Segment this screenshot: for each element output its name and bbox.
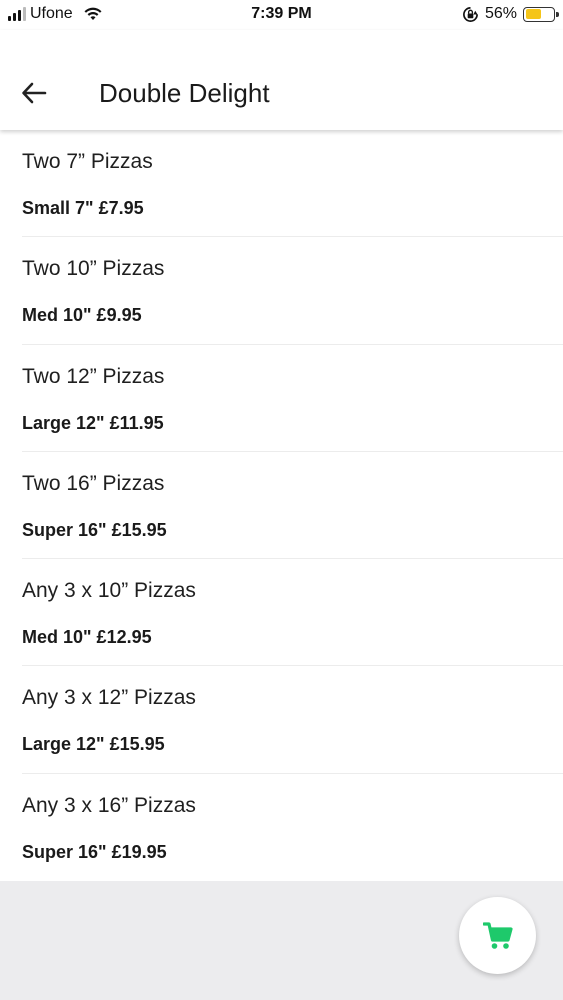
list-item[interactable]: Two 10” Pizzas Med 10" £9.95	[0, 237, 563, 345]
list-item[interactable]: Two 16” Pizzas Super 16" £15.95	[0, 452, 563, 560]
item-name: Two 16” Pizzas	[22, 471, 165, 495]
item-price: Med 10" £12.95	[22, 627, 152, 648]
item-price: Large 12" £11.95	[22, 412, 164, 433]
menu-list: Two 7” Pizzas Small 7" £7.95 Two 10” Piz…	[0, 130, 563, 881]
item-price: Super 16" £19.95	[22, 841, 167, 862]
item-price: Small 7" £7.95	[22, 198, 144, 218]
item-price: Super 16" £15.95	[22, 519, 167, 540]
item-price: Med 10" £9.95	[22, 305, 142, 326]
item-name: Two 7” Pizzas	[22, 150, 153, 173]
status-bar: Ufone 7:39 PM 56%	[0, 0, 563, 30]
arrow-left-icon	[22, 82, 47, 104]
cart-button[interactable]	[459, 897, 536, 974]
item-name: Two 12” Pizzas	[22, 364, 165, 388]
item-name: Any 3 x 12” Pizzas	[22, 686, 196, 710]
list-item[interactable]: Two 12” Pizzas Large 12" £11.95	[0, 345, 563, 452]
list-item[interactable]: Any 3 x 16” Pizzas Super 16" £19.95	[0, 774, 563, 881]
status-right: 56%	[462, 5, 559, 23]
list-item[interactable]: Any 3 x 10” Pizzas Med 10" £12.95	[0, 559, 563, 667]
item-name: Any 3 x 16” Pizzas	[22, 793, 196, 817]
battery-icon	[523, 6, 559, 22]
battery-percent: 56%	[484, 5, 517, 22]
item-name: Any 3 x 10” Pizzas	[22, 579, 196, 603]
page-title: Double Delight	[99, 78, 270, 108]
item-name: Two 10” Pizzas	[22, 257, 165, 281]
back-button[interactable]	[14, 76, 54, 110]
battery-fill	[525, 9, 541, 19]
list-item[interactable]: Any 3 x 12” Pizzas Large 12" £15.95	[0, 666, 563, 774]
item-price: Large 12" £15.95	[22, 734, 165, 755]
orientation-lock-icon	[463, 6, 478, 22]
list-item[interactable]: Two 7” Pizzas Small 7" £7.95	[0, 130, 563, 238]
app-bar: Double Delight	[0, 30, 563, 130]
shopping-cart-icon	[482, 921, 513, 949]
